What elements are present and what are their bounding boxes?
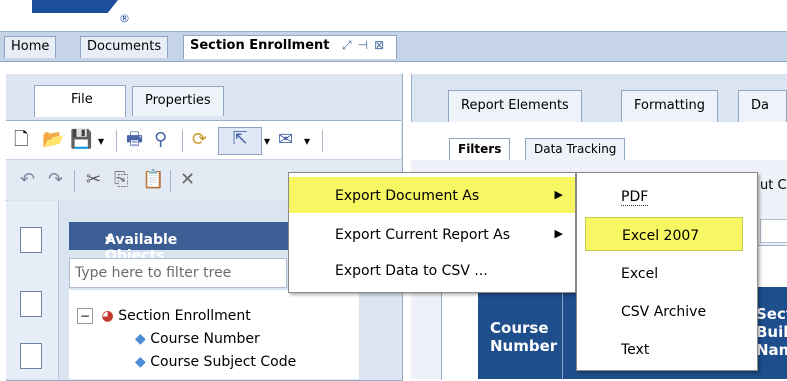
- submenu-arrow-icon: ▶: [554, 227, 563, 240]
- object-tree: − ◕ Section Enrollment ◆ Course Number ◆…: [69, 290, 359, 379]
- export-icon[interactable]: ⇱: [218, 127, 262, 155]
- app-logo: ®: [0, 0, 787, 30]
- subtab-filters[interactable]: Filters: [449, 138, 511, 160]
- new-document-icon[interactable]: 🗋: [14, 129, 28, 151]
- open-folder-icon[interactable]: 📂: [42, 129, 64, 151]
- dimension-icon: ◆: [135, 331, 146, 347]
- tab-data-access[interactable]: Da: [738, 90, 787, 122]
- tree-item-course-subject-code[interactable]: ◆ Course Subject Code: [135, 354, 296, 370]
- redo-icon[interactable]: ↷: [48, 169, 63, 191]
- document-summary-icon[interactable]: [20, 227, 42, 253]
- menu-item-text[interactable]: Text: [577, 332, 757, 366]
- refresh-icon[interactable]: ⟳: [192, 129, 207, 151]
- toolbar-separator: [116, 130, 117, 152]
- menu-item-excel-2007[interactable]: Excel 2007: [585, 217, 743, 251]
- tab-window-icons[interactable]: ⤢⊣⊠: [342, 38, 390, 52]
- cut-icon[interactable]: ✂: [86, 169, 101, 191]
- menu-item-export-data-to-csv[interactable]: Export Data to CSV ...: [289, 252, 575, 288]
- tab-documents[interactable]: Documents: [80, 36, 169, 58]
- logo-mark: [32, 0, 118, 13]
- input-controls-icon[interactable]: [20, 343, 42, 369]
- email-icon[interactable]: ✉: [278, 129, 293, 151]
- export-dropdown-icon[interactable]: ▾: [264, 130, 270, 152]
- find-icon[interactable]: ⚲: [154, 129, 167, 151]
- collapse-icon[interactable]: −: [77, 308, 94, 324]
- tree-item-course-number[interactable]: ◆ Course Number: [135, 331, 260, 347]
- chevron-down-icon: ▾: [105, 232, 113, 248]
- tab-home[interactable]: Home: [4, 36, 57, 58]
- export-menu: Export Document As ▶ Export Current Repo…: [288, 172, 576, 293]
- column-header-section-building[interactable]: Sect Buil Nam: [756, 305, 787, 359]
- dimension-icon: ◆: [135, 354, 146, 370]
- side-icon-column: [6, 201, 59, 379]
- column-divider: [562, 287, 563, 379]
- delete-icon[interactable]: ✕: [180, 169, 195, 191]
- toolbar-separator: [74, 170, 75, 192]
- tab-formatting[interactable]: Formatting: [621, 90, 719, 122]
- email-dropdown-icon[interactable]: ▾: [304, 130, 310, 152]
- print-icon[interactable]: 🖶: [126, 129, 143, 151]
- tab-file[interactable]: File: [34, 85, 126, 117]
- file-toolbar: 🗋 📂 💾 ▾ 🖶 ⚲ ⟳ ⇱ ▾ ✉ ▾: [6, 121, 401, 160]
- toolbar-separator: [182, 130, 183, 152]
- menu-item-excel[interactable]: Excel: [577, 256, 757, 290]
- registered-mark: ®: [119, 12, 130, 25]
- submenu-arrow-icon: ▶: [554, 188, 563, 201]
- copy-icon[interactable]: ⎘: [114, 169, 128, 191]
- undo-icon[interactable]: ↶: [20, 169, 35, 191]
- report-input[interactable]: [760, 219, 787, 243]
- menu-item-csv-archive[interactable]: CSV Archive: [577, 294, 757, 328]
- tab-report-elements[interactable]: Report Elements: [448, 90, 582, 122]
- paste-icon[interactable]: 📋: [142, 169, 164, 191]
- save-icon[interactable]: 💾: [70, 129, 92, 151]
- subtab-data-tracking[interactable]: Data Tracking: [525, 138, 626, 160]
- tab-properties[interactable]: Properties: [132, 86, 224, 116]
- export-format-submenu: PDF Excel 2007 Excel CSV Archive Text: [576, 172, 758, 371]
- tree-item-section-enrollment[interactable]: − ◕ Section Enrollment: [77, 308, 251, 324]
- universe-icon: ◕: [101, 308, 114, 324]
- navigation-map-icon[interactable]: [20, 291, 42, 317]
- menu-item-pdf[interactable]: PDF: [577, 179, 757, 213]
- toolbar-separator: [170, 170, 171, 192]
- document-tab-strip: Home Documents Section Enrollment ⤢⊣⊠: [0, 31, 787, 62]
- partial-label: ut C: [760, 178, 787, 193]
- toolbar-separator: [322, 130, 323, 152]
- filter-tree-input[interactable]: Type here to filter tree: [69, 258, 287, 288]
- menu-item-export-current-report-as[interactable]: Export Current Report As ▶: [289, 216, 575, 252]
- menu-item-export-document-as[interactable]: Export Document As ▶: [289, 177, 575, 213]
- left-panel-tabs: File Properties: [6, 74, 401, 121]
- save-dropdown-icon[interactable]: ▾: [98, 130, 104, 152]
- column-header-course-number[interactable]: Course Number: [490, 319, 557, 355]
- tab-section-enrollment[interactable]: Section Enrollment ⤢⊣⊠: [183, 35, 398, 59]
